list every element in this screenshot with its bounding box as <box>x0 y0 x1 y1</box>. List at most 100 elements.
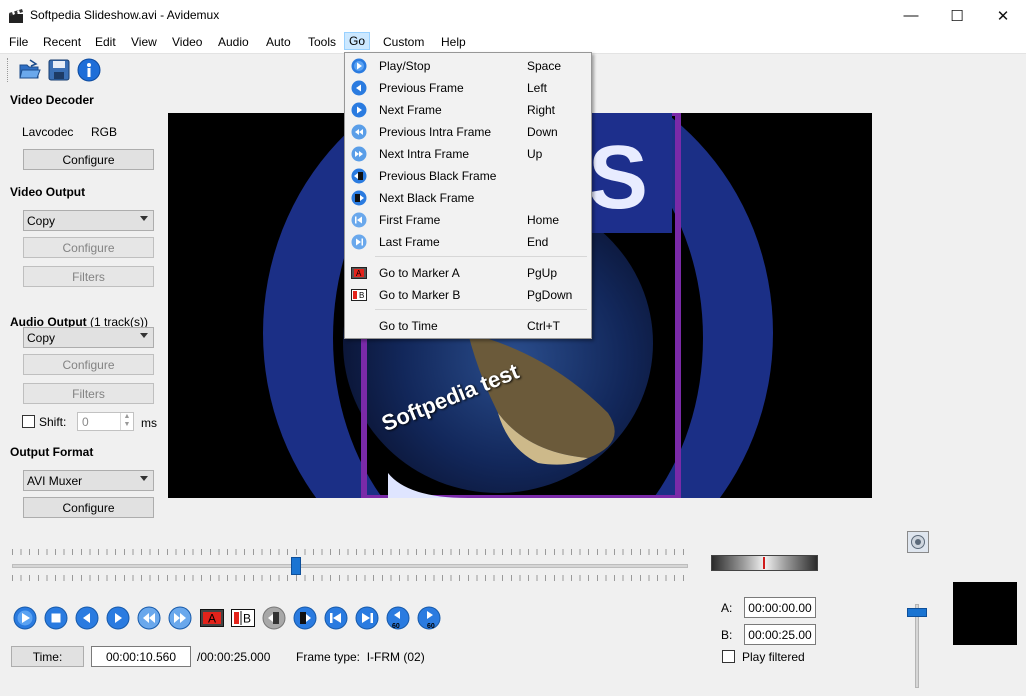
menu-recent[interactable]: Recent <box>41 34 83 50</box>
go-menu-label: Go to Marker A <box>379 266 460 280</box>
go-menu-item-play-stop[interactable]: Play/Stop Space <box>345 55 591 77</box>
menu-audio[interactable]: Audio <box>216 34 251 50</box>
toolbar-grip <box>7 58 9 82</box>
clapperboard-icon <box>8 8 24 24</box>
info-icon[interactable] <box>77 58 101 82</box>
next-black-frame-icon[interactable] <box>293 606 317 630</box>
maximize-button[interactable]: ☐ <box>934 0 980 31</box>
menu-tools[interactable]: Tools <box>306 34 338 50</box>
marker-b-label: B: <box>721 628 733 642</box>
jog-shuttle[interactable] <box>711 555 818 571</box>
previous-intra-icon[interactable] <box>137 606 161 630</box>
svg-text:A: A <box>208 612 216 626</box>
go-menu-shortcut: PgDown <box>527 288 573 302</box>
marker-a-label: A: <box>721 601 733 615</box>
back-60-seconds-icon[interactable]: 60 <box>386 606 410 630</box>
previous-intra-icon <box>351 124 367 140</box>
decoder-configure-button[interactable]: Configure <box>23 149 154 170</box>
marker-b-icon[interactable]: B <box>231 606 255 630</box>
timeline-slider-thumb[interactable] <box>290 557 301 575</box>
menu-go[interactable]: Go <box>344 32 371 50</box>
go-menu-shortcut: Ctrl+T <box>527 319 560 333</box>
go-menu-item-go-to-time[interactable]: Go to Time Ctrl+T <box>345 315 591 337</box>
play-filtered-checkbox[interactable] <box>722 650 735 663</box>
svg-text:B: B <box>243 612 251 626</box>
chevron-down-icon <box>140 216 148 221</box>
previous-black-icon <box>351 168 367 184</box>
menu-custom[interactable]: Custom <box>381 34 426 50</box>
audio-output-value: Copy <box>27 330 56 345</box>
go-menu-item-last-frame[interactable]: Last Frame End <box>345 231 591 253</box>
video-filters-button[interactable]: Filters <box>23 266 154 287</box>
next-intra-icon[interactable] <box>168 606 192 630</box>
go-menu-label: Previous Frame <box>379 81 464 95</box>
play-icon <box>351 58 367 74</box>
speaker-icon[interactable] <box>907 531 929 553</box>
frame-type: Frame type: I-FRM (02) <box>296 650 425 664</box>
go-menu-item-first-frame[interactable]: First Frame Home <box>345 209 591 231</box>
audio-output-select[interactable]: Copy <box>23 327 154 348</box>
go-menu-label: First Frame <box>379 213 441 227</box>
video-output-value: Copy <box>27 213 56 228</box>
go-menu-label: Next Frame <box>379 103 442 117</box>
current-time-field[interactable]: 00:00:10.560 <box>91 646 191 667</box>
time-button[interactable]: Time: <box>11 646 84 667</box>
go-menu-item-previous-black[interactable]: Previous Black Frame <box>345 165 591 187</box>
minimize-button[interactable]: — <box>888 0 934 31</box>
go-menu-item-previous-frame[interactable]: Previous Frame Left <box>345 77 591 99</box>
go-menu-shortcut: Right <box>527 103 556 117</box>
previous-frame-icon[interactable] <box>75 606 99 630</box>
video-decoder-title: Video Decoder <box>10 93 94 107</box>
menu-edit[interactable]: Edit <box>93 34 118 50</box>
previous-frame-icon <box>351 80 367 96</box>
marker-a-icon: A <box>351 267 367 279</box>
go-menu-item-next-intra[interactable]: Next Intra Frame Up <box>345 143 591 165</box>
go-menu-shortcut: End <box>527 235 549 249</box>
first-frame-icon <box>351 212 367 228</box>
output-format-select[interactable]: AVI Muxer <box>23 470 154 491</box>
timeline-ticks-top <box>12 549 688 555</box>
go-menu-label: Last Frame <box>379 235 440 249</box>
output-format-title: Output Format <box>10 445 94 459</box>
next-frame-icon[interactable] <box>106 606 130 630</box>
go-menu-shortcut: Home <box>527 213 560 227</box>
go-menu-item-marker-b[interactable]: B Go to Marker B PgDown <box>345 284 591 306</box>
menu-view[interactable]: View <box>129 34 159 50</box>
open-folder-icon[interactable] <box>18 58 42 82</box>
volume-slider-thumb[interactable] <box>907 607 927 617</box>
go-menu-item-marker-a[interactable]: A Go to Marker A PgUp <box>345 262 591 284</box>
go-menu-label: Previous Black Frame <box>379 169 497 183</box>
close-button[interactable]: ✕ <box>980 0 1026 31</box>
stop-icon[interactable] <box>44 606 68 630</box>
timeline-slider[interactable] <box>12 564 688 568</box>
shift-checkbox[interactable] <box>22 415 35 428</box>
previous-black-frame-icon[interactable] <box>262 606 286 630</box>
marker-a-time: 00:00:00.00 <box>744 597 816 618</box>
menu-help[interactable]: Help <box>439 34 468 50</box>
next-intra-icon <box>351 146 367 162</box>
marker-a-icon[interactable]: A <box>200 606 224 630</box>
last-frame-icon[interactable] <box>355 606 379 630</box>
video-output-select[interactable]: Copy <box>23 210 154 231</box>
video-output-title: Video Output <box>10 185 86 199</box>
forward-60-seconds-icon[interactable]: 60 <box>417 606 441 630</box>
audio-configure-button[interactable]: Configure <box>23 354 154 375</box>
play-icon[interactable] <box>13 606 37 630</box>
go-menu-item-next-frame[interactable]: Next Frame Right <box>345 99 591 121</box>
format-configure-button[interactable]: Configure <box>23 497 154 518</box>
shift-spinner-icon[interactable]: ▲ ▼ <box>120 413 133 430</box>
decoder-codec: Lavcodec <box>22 125 74 139</box>
menu-file[interactable]: File <box>7 34 30 50</box>
title-bar: Softpedia Slideshow.avi - Avidemux — ☐ ✕ <box>0 0 1026 31</box>
video-configure-button[interactable]: Configure <box>23 237 154 258</box>
go-menu-item-previous-intra[interactable]: Previous Intra Frame Down <box>345 121 591 143</box>
svg-text:B: B <box>359 291 364 300</box>
menu-video[interactable]: Video <box>170 34 204 50</box>
audio-filters-button[interactable]: Filters <box>23 383 154 404</box>
menu-auto[interactable]: Auto <box>264 34 293 50</box>
first-frame-icon[interactable] <box>324 606 348 630</box>
save-disk-icon[interactable] <box>47 58 71 82</box>
go-menu-item-next-black[interactable]: Next Black Frame <box>345 187 591 209</box>
mini-preview <box>953 582 1017 645</box>
go-menu-shortcut: PgUp <box>527 266 558 280</box>
